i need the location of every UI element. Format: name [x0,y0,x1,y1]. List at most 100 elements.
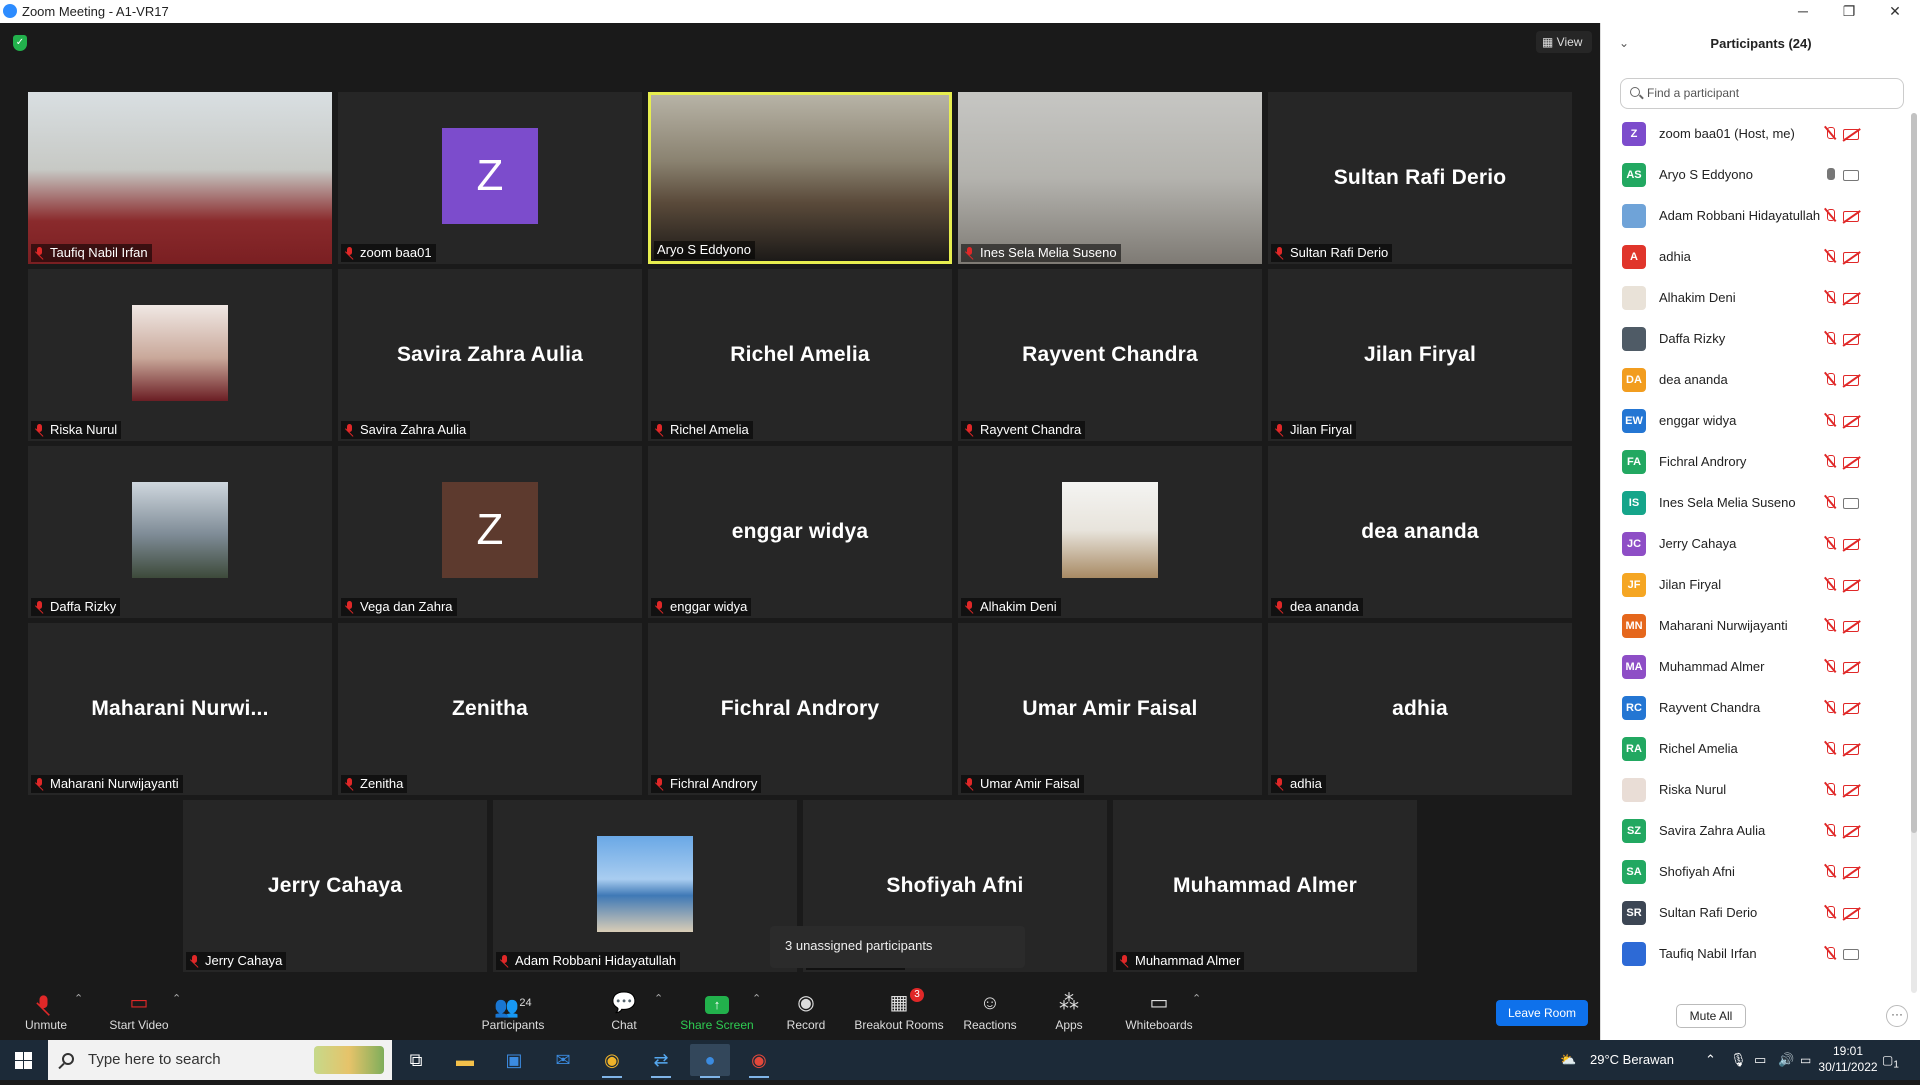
video-tile[interactable]: Adam Robbani Hidayatullah [493,800,797,972]
ime-icon[interactable]: ▭ [1800,1040,1811,1080]
unmute-button[interactable]: Unmute [16,982,76,1038]
chat-options-caret[interactable]: ⌃ [654,992,663,1005]
participant-row[interactable]: JF Jilan Firyal [1601,564,1901,605]
participant-row[interactable]: SA Shofiyah Afni [1601,851,1901,892]
mic-muted-icon[interactable] [1823,250,1837,264]
participant-row[interactable]: Riska Nurul [1601,769,1901,810]
participant-row[interactable]: RA Richel Amelia [1601,728,1901,769]
apps-button[interactable]: ⁂ Apps [1052,982,1086,1038]
task-view-icon[interactable]: ⧉ [396,1044,436,1076]
mic-muted-icon[interactable] [1823,824,1837,838]
whiteboards-button[interactable]: ▭ Whiteboards [1124,982,1194,1038]
participant-list-scrollbar[interactable] [1911,113,1917,993]
participant-row[interactable]: Zzoom baa01 (Host, me) [1601,113,1901,154]
reactions-button[interactable]: ☺ Reactions [962,982,1018,1038]
video-tile[interactable]: Taufiq Nabil Irfan [28,92,332,264]
participants-button[interactable]: 👥24 Participants [478,982,548,1038]
mic-muted-icon[interactable] [1823,496,1837,510]
mic-muted-icon[interactable] [1823,783,1837,797]
mic-muted-icon[interactable] [1823,455,1837,469]
video-off-icon[interactable] [1843,867,1859,878]
video-tile[interactable]: Sultan Rafi Derio Sultan Rafi Derio [1268,92,1572,264]
mic-muted-icon[interactable] [1823,906,1837,920]
mic-icon[interactable] [1823,168,1837,182]
tray-chevron-icon[interactable]: ⌃ [1705,1040,1716,1080]
participant-row[interactable]: EW enggar widya [1601,400,1901,441]
participant-row[interactable]: FA Fichral Androry [1601,441,1901,482]
participant-row[interactable]: AS Aryo S Eddyono [1601,154,1901,195]
video-off-icon[interactable] [1843,416,1859,427]
mic-muted-icon[interactable] [1823,660,1837,674]
leave-room-button[interactable]: Leave Room [1496,1000,1588,1026]
participant-row[interactable]: Adam Robbani Hidayatullah [1601,195,1901,236]
record-button[interactable]: ◉ Record [784,982,828,1038]
video-off-icon[interactable] [1843,621,1859,632]
maximize-button[interactable]: ❐ [1826,0,1872,23]
weather-text[interactable]: 29°C Berawan [1590,1040,1674,1080]
participant-row[interactable]: IS Ines Sela Melia Suseno [1601,482,1901,523]
video-off-icon[interactable] [1843,744,1859,755]
participant-row[interactable]: DA dea ananda [1601,359,1901,400]
weather-icon[interactable]: ⛅ [1560,1040,1576,1080]
teamviewer-icon[interactable]: ⇄ [641,1044,681,1078]
participant-row[interactable]: JC Jerry Cahaya [1601,523,1901,564]
tray-mic-icon[interactable]: 🎙 [1730,1040,1747,1080]
file-explorer-icon[interactable]: ▬ [445,1044,485,1076]
chrome-profile-icon[interactable]: ◉ [739,1044,779,1078]
video-off-icon[interactable] [1843,908,1859,919]
participant-row[interactable]: RC Rayvent Chandra [1601,687,1901,728]
participant-row[interactable]: Taufiq Nabil Irfan [1601,933,1901,974]
find-participant-input[interactable]: Find a participant [1620,78,1904,109]
participant-row[interactable]: SR Sultan Rafi Derio [1601,892,1901,933]
mic-muted-icon[interactable] [1823,291,1837,305]
mic-muted-icon[interactable] [1823,127,1837,141]
participant-row[interactable]: SZ Savira Zahra Aulia [1601,810,1901,851]
mic-muted-icon[interactable] [1823,537,1837,551]
volume-icon[interactable]: 🔊 [1778,1040,1794,1080]
video-tile[interactable]: Fichral Androry Fichral Androry [648,623,952,795]
minimize-button[interactable]: ─ [1780,0,1826,23]
video-off-icon[interactable] [1843,826,1859,837]
video-off-icon[interactable] [1843,375,1859,386]
video-tile[interactable]: Zenitha Zenitha [338,623,642,795]
video-off-icon[interactable] [1843,703,1859,714]
close-button[interactable]: ✕ [1872,0,1918,23]
video-tile[interactable]: Maharani Nurwi... Maharani Nurwijayanti [28,623,332,795]
video-off-icon[interactable] [1843,539,1859,550]
video-off-icon[interactable] [1843,252,1859,263]
scrollbar-thumb[interactable] [1911,113,1917,833]
mic-muted-icon[interactable] [1823,578,1837,592]
mic-muted-icon[interactable] [1823,865,1837,879]
taskbar-clock[interactable]: 19:01 30/11/2022 [1818,1043,1878,1075]
video-tile[interactable]: enggar widya enggar widya [648,446,952,618]
start-video-button[interactable]: ▭ Start Video [104,982,174,1038]
more-options-button[interactable]: ··· [1886,1005,1908,1027]
mic-muted-icon[interactable] [1823,332,1837,346]
video-tile[interactable]: Daffa Rizky [28,446,332,618]
share-options-caret[interactable]: ⌃ [752,992,761,1005]
video-off-icon[interactable] [1843,785,1859,796]
video-icon[interactable] [1843,949,1859,960]
whiteboard-options-caret[interactable]: ⌃ [1192,992,1201,1005]
video-tile[interactable]: Riska Nurul [28,269,332,441]
video-tile[interactable]: Alhakim Deni [958,446,1262,618]
video-off-icon[interactable] [1843,580,1859,591]
video-tile[interactable]: Savira Zahra Aulia Savira Zahra Aulia [338,269,642,441]
taskbar-search-input[interactable]: Type here to search [48,1040,392,1080]
mic-muted-icon[interactable] [1823,209,1837,223]
participant-row[interactable]: MN Maharani Nurwijayanti [1601,605,1901,646]
shield-check-icon[interactable]: ✓ [13,35,27,51]
unassigned-popup[interactable]: 3 unassigned participants [770,926,1025,968]
network-icon[interactable]: ▭ [1754,1040,1766,1080]
video-tile[interactable]: Jilan Firyal Jilan Firyal [1268,269,1572,441]
view-button[interactable]: ▦ View [1536,31,1592,53]
share-screen-button[interactable]: ↑ Share Screen [680,982,754,1038]
video-off-icon[interactable] [1843,334,1859,345]
breakout-rooms-button[interactable]: ▦ Breakout Rooms [853,982,945,1038]
video-off-icon[interactable] [1843,662,1859,673]
video-icon[interactable] [1843,498,1859,509]
video-tile[interactable]: Jerry Cahaya Jerry Cahaya [183,800,487,972]
video-off-icon[interactable] [1843,293,1859,304]
windows-start-icon[interactable] [15,1052,32,1069]
mail-icon[interactable]: ✉ [543,1044,583,1076]
